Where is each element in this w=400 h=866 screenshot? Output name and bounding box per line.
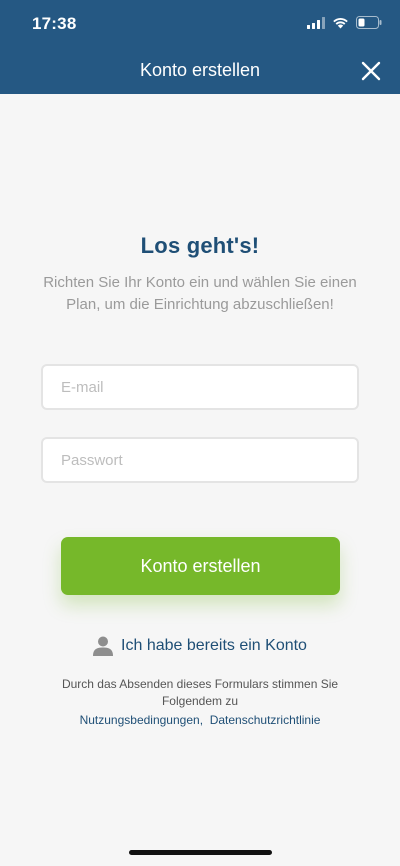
status-icons	[307, 16, 382, 29]
cellular-signal-icon	[307, 16, 325, 29]
legal-separator: ,	[199, 713, 204, 727]
terms-of-use-link[interactable]: Nutzungsbedingungen	[80, 713, 200, 727]
status-time: 17:38	[32, 14, 77, 33]
battery-icon	[356, 16, 382, 29]
home-indicator[interactable]	[129, 850, 272, 855]
close-button[interactable]	[356, 56, 386, 86]
status-bar: 17:38	[0, 0, 400, 48]
legal-links: Nutzungsbedingungen, Datenschutzrichtlin…	[0, 713, 400, 727]
signup-screen: 17:38 Konto erstellen Los geht's! Richte…	[0, 0, 400, 866]
existing-account-label: Ich habe bereits ein Konto	[121, 637, 307, 654]
app-header: 17:38 Konto erstellen	[0, 0, 400, 94]
email-field[interactable]	[41, 364, 359, 410]
close-icon	[361, 61, 381, 81]
nav-bar: Konto erstellen	[0, 48, 400, 94]
terms-notice: Durch das Absenden dieses Formulars stim…	[61, 677, 339, 708]
user-icon	[93, 636, 114, 656]
wifi-icon	[333, 17, 348, 28]
subtitle: Richten Sie Ihr Konto ein und wählen Sie…	[43, 274, 357, 313]
headline: Los geht's!	[140, 233, 260, 258]
password-field[interactable]	[41, 437, 359, 483]
create-account-button[interactable]: Konto erstellen	[61, 537, 340, 595]
existing-account-link[interactable]: Ich habe bereits ein Konto	[0, 636, 400, 656]
privacy-policy-link[interactable]: Datenschutzrichtlinie	[210, 713, 321, 727]
page-title: Konto erstellen	[139, 60, 261, 80]
